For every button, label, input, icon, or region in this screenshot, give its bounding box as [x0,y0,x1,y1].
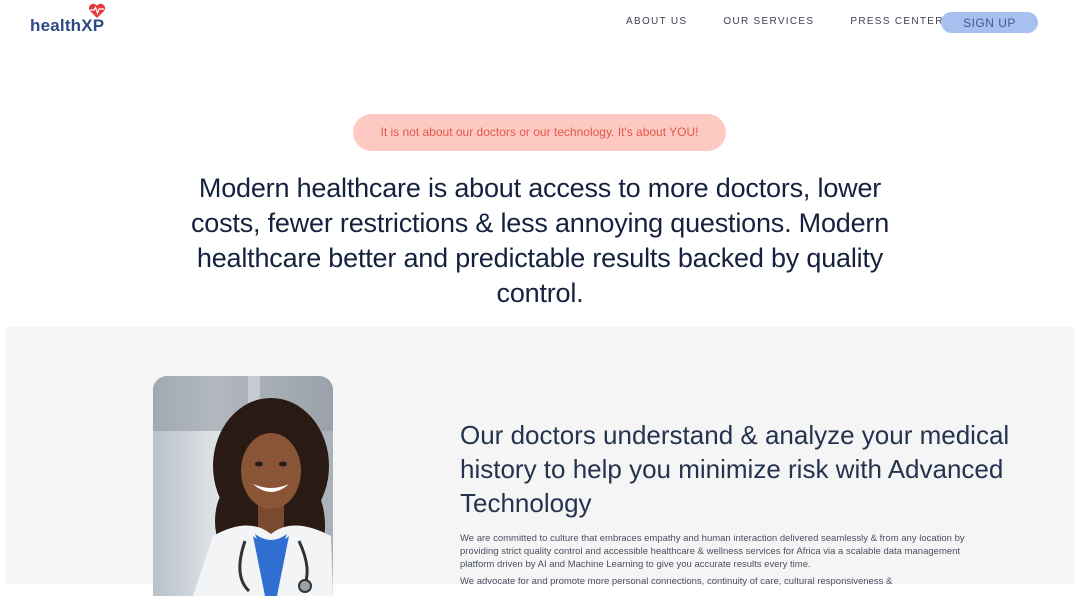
hero-headline: Modern healthcare is about access to mor… [190,173,890,308]
healthxp-logo[interactable]: healthXP [30,3,120,39]
top-navbar: healthXP ABOUT US OUR SERVICES PRESS CEN… [0,0,1080,50]
heart-pulse-icon [88,3,106,18]
main-nav: ABOUT US OUR SERVICES PRESS CENTER [626,16,980,28]
nav-about-us[interactable]: ABOUT US [626,16,687,28]
feature-description: We are committed to culture that embrace… [460,533,965,570]
tagline-badge: It is not about our doctors or our techn… [353,114,726,151]
nav-press-center[interactable]: PRESS CENTER [850,16,943,28]
logo-text: healthXP [30,16,105,35]
sign-up-button[interactable]: SIGN UP [941,12,1038,33]
doctor-photo [153,376,333,596]
feature-section: Our doctors understand & analyze your me… [6,327,1074,596]
nav-our-services[interactable]: OUR SERVICES [723,16,814,28]
feature-heading: Our doctors understand & analyze your me… [460,420,1010,518]
feature-description-2: We advocate for and promote more persona… [460,576,893,587]
doctor-illustration [153,376,333,596]
